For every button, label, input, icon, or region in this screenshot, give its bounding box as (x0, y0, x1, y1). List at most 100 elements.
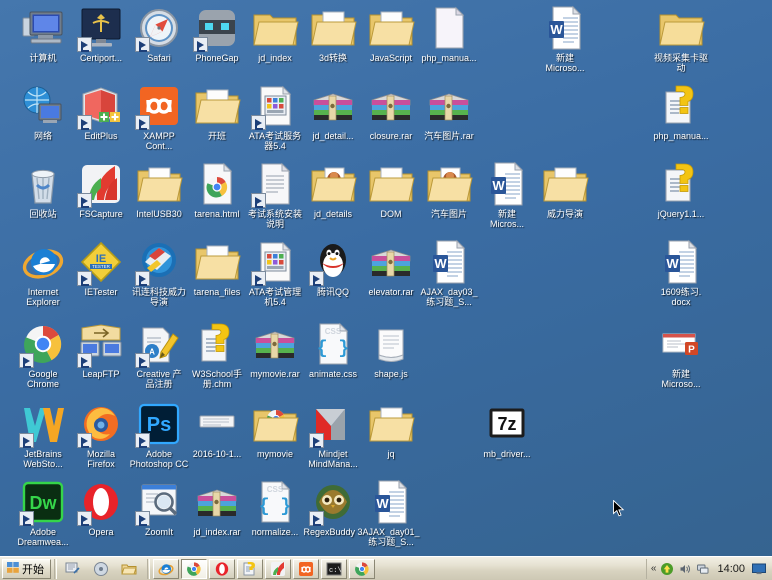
desktop-icon-label: mb_driver... (483, 449, 531, 459)
shortcut-arrow-icon (77, 37, 92, 52)
system-tray[interactable]: « 14:00 (645, 558, 770, 579)
shortcut-arrow-icon (309, 271, 324, 286)
desktop-icon-label: 汽车图片.rar (424, 131, 474, 141)
desktop-icon-mb-driver[interactable]: 7z mb_driver... (468, 400, 546, 459)
quick-launch-bar[interactable] (60, 559, 144, 579)
tray-chevron-icon[interactable]: « (651, 563, 657, 574)
folder-chrome-icon (251, 400, 299, 448)
tray-update-icon[interactable] (660, 562, 674, 576)
shortcut-arrow-icon (135, 433, 150, 448)
task-chrome-2[interactable] (349, 558, 375, 579)
css-icon: CSS { } (251, 478, 299, 526)
clock[interactable]: 14:00 (714, 563, 748, 575)
desktop-icon-1609-docx[interactable]: W 1609练习. docx (642, 238, 720, 307)
phonegap-icon (193, 4, 241, 52)
file-text-icon (251, 160, 299, 208)
svg-text:IE: IE (96, 253, 106, 265)
fscapture-icon (77, 160, 125, 208)
qq-icon (309, 238, 357, 286)
desktop-icon-microso[interactable]: P 新建 Microso... (642, 320, 720, 389)
svg-text:W: W (666, 256, 679, 271)
rar-icon (425, 82, 473, 130)
desktop-icon-label: 视频采集卡驱 动 (653, 53, 708, 73)
desktop-icon-label: 新建 Microso... (661, 369, 701, 389)
task-chm-help[interactable] (237, 558, 263, 579)
ietester-icon: IE TESTER (77, 238, 125, 286)
desktop-icon-[interactable]: 威力导演 (526, 160, 604, 219)
desktop-icon-php-manua[interactable]: php_manua... (410, 4, 488, 63)
desktop-icon-rar[interactable]: 汽车图片.rar (410, 82, 488, 141)
chm-icon (193, 320, 241, 368)
desktop-icon-php-manua[interactable]: php_manua... (642, 82, 720, 141)
show-desktop-button[interactable] (752, 562, 766, 576)
word-icon: W (483, 160, 531, 208)
desktop-icon-jq[interactable]: jq (352, 400, 430, 459)
svg-text:{ }: { } (259, 497, 291, 517)
desktop-icon-label: jq (387, 449, 395, 459)
powerpoint-icon: P (657, 320, 705, 368)
desktop-icon-ajax-day03-s[interactable]: W AJAX_day03_ 练习题_S... (410, 238, 488, 307)
show-desktop-icon[interactable] (60, 559, 86, 579)
shortcut-arrow-icon (77, 115, 92, 130)
task-cmd[interactable]: c:\ (321, 558, 347, 579)
word-icon: W (657, 238, 705, 286)
svg-text:CSS: CSS (267, 485, 284, 494)
taskbar-separator-1 (54, 558, 57, 579)
word-icon: W (425, 238, 473, 286)
tray-network-icon[interactable] (696, 562, 710, 576)
task-google-chrome[interactable] (181, 558, 207, 579)
quicklaunch-explorer-icon[interactable] (116, 559, 142, 579)
rar-icon (193, 478, 241, 526)
shortcut-arrow-icon (77, 193, 92, 208)
desktop-icon-label: jQuery1.1... (657, 209, 705, 219)
desktop-icon-jquery1-1[interactable]: jQuery1.1... (642, 160, 720, 219)
desktop-icon-ajax-day01-s[interactable]: W AJAX_day01_ 练习题_S... (352, 478, 430, 547)
desktop-icon-label: AJAX_day01_ 练习题_S... (362, 527, 420, 547)
svg-text:c:\: c:\ (329, 567, 342, 575)
desktop-icon-[interactable]: 视频采集卡驱 动 (642, 4, 720, 73)
start-button-label: 开始 (22, 562, 44, 576)
word-icon: W (367, 478, 415, 526)
folder-img-icon (309, 160, 357, 208)
chm-icon (657, 82, 705, 130)
task-internet-explorer[interactable] (153, 558, 179, 579)
taskbar-separator-2 (147, 558, 150, 579)
network-icon (19, 82, 67, 130)
desktop-icon-label: 新建 Microso... (545, 53, 585, 73)
folder-open-icon (135, 160, 183, 208)
shortcut-arrow-icon (135, 37, 150, 52)
shortcut-arrow-icon (135, 115, 150, 130)
safari-icon (135, 4, 183, 52)
task-xampp[interactable] (293, 558, 319, 579)
folder-open-icon (309, 4, 357, 52)
folder-open-icon (193, 82, 241, 130)
chrome-doc-icon (193, 160, 241, 208)
rar-icon (309, 82, 357, 130)
webstorm-icon (19, 400, 67, 448)
folder-open-icon (367, 400, 415, 448)
xampp-icon (135, 82, 183, 130)
task-opera[interactable] (209, 558, 235, 579)
folder-icon (251, 4, 299, 52)
desktop-icon-shape-js[interactable]: shape.js (352, 320, 430, 379)
desktop[interactable]: 计算机 Certiport... Safari PhoneGap jd_index 3d转… (0, 0, 772, 580)
opera-icon (77, 478, 125, 526)
word-icon: W (541, 4, 589, 52)
shortcut-arrow-icon (19, 353, 34, 368)
tray-volume-icon[interactable] (678, 562, 692, 576)
quicklaunch-media-icon[interactable] (88, 559, 114, 579)
zoomit-icon (135, 478, 183, 526)
photoshop-icon: Ps (135, 400, 183, 448)
task-button-list[interactable]: c:\ (153, 558, 377, 579)
shortcut-arrow-icon (77, 433, 92, 448)
taskbar[interactable]: 开始 c:\ « 14:00 (0, 556, 772, 580)
task-fscapture[interactable] (265, 558, 291, 579)
shortcut-arrow-icon (19, 433, 34, 448)
computer-icon (19, 4, 67, 52)
windows-logo-icon (6, 560, 20, 577)
folder-open-icon (367, 160, 415, 208)
svg-text:CSS: CSS (325, 327, 342, 336)
desktop-icon-microso[interactable]: W 新建 Microso... (526, 4, 604, 73)
shortcut-arrow-icon (77, 511, 92, 526)
start-button[interactable]: 开始 (2, 558, 51, 579)
